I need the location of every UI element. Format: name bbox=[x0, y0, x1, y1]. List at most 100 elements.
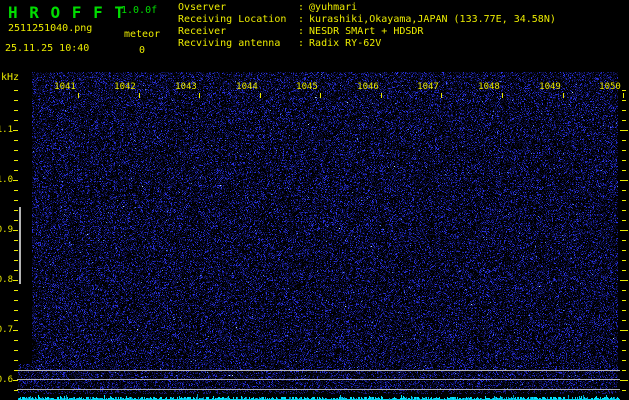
freq-minor-tick-right bbox=[622, 290, 626, 291]
info-value: NESDR SMArt + HDSDR bbox=[309, 26, 423, 37]
app-version: 1.0.0f bbox=[121, 5, 157, 17]
freq-major-tick-left bbox=[13, 280, 18, 281]
freq-minor-tick-left bbox=[14, 90, 18, 91]
time-tick-label: 1041 bbox=[48, 82, 82, 92]
freq-minor-tick-right bbox=[622, 300, 626, 301]
detection-band-marker bbox=[19, 207, 21, 284]
freq-minor-tick-right bbox=[622, 190, 626, 191]
time-tick-label: 1044 bbox=[230, 82, 264, 92]
freq-minor-tick-left bbox=[14, 310, 18, 311]
freq-minor-tick-right bbox=[622, 120, 626, 121]
info-label: Receiving Location bbox=[178, 14, 298, 26]
time-tick-label: 1042 bbox=[108, 82, 142, 92]
level-reference-line bbox=[17, 389, 620, 390]
freq-tick-label: 0.7 bbox=[0, 325, 13, 336]
time-tick bbox=[139, 93, 140, 98]
info-label: Receiver bbox=[178, 26, 298, 38]
info-row-location: Receiving Location: kurashiki,Okayama,JAP… bbox=[178, 14, 556, 26]
info-value: kurashiki,Okayama,JAPAN (133.77E, 34.58N… bbox=[309, 14, 556, 25]
freq-minor-tick-right bbox=[622, 90, 626, 91]
time-tick bbox=[502, 93, 503, 98]
info-label: Ovserver bbox=[178, 2, 298, 14]
freq-minor-tick-left bbox=[14, 220, 18, 221]
freq-major-tick-left bbox=[13, 130, 18, 131]
freq-minor-tick-left bbox=[14, 160, 18, 161]
freq-major-tick-left bbox=[13, 230, 18, 231]
freq-minor-tick-left bbox=[14, 210, 18, 211]
freq-minor-tick-right bbox=[622, 160, 626, 161]
level-reference-line bbox=[17, 379, 620, 380]
output-filename: 2511251040.png bbox=[8, 23, 92, 35]
freq-major-tick-right bbox=[620, 230, 628, 231]
freq-minor-tick-right bbox=[622, 340, 626, 341]
freq-minor-tick-left bbox=[14, 250, 18, 251]
info-value: @yuhmari bbox=[309, 2, 357, 13]
signal-level-strip-canvas bbox=[18, 390, 620, 400]
freq-tick-label: 0.6 bbox=[0, 375, 13, 386]
freq-tick-label: 1.1 bbox=[0, 125, 13, 136]
time-tick bbox=[320, 93, 321, 98]
freq-tick-label: 1.0 bbox=[0, 175, 13, 186]
info-value: Radix RY-62V bbox=[309, 38, 381, 49]
frame-datetime: 25.11.25 10:40 bbox=[5, 43, 89, 55]
time-tick-label: 1049 bbox=[533, 82, 567, 92]
info-colon: : bbox=[298, 2, 304, 13]
freq-minor-tick-left bbox=[14, 300, 18, 301]
freq-minor-tick-right bbox=[622, 240, 626, 241]
time-tick-label: 1046 bbox=[351, 82, 385, 92]
meteor-counter-label: meteor bbox=[124, 29, 160, 41]
info-colon: : bbox=[298, 26, 304, 37]
freq-minor-tick-left bbox=[14, 110, 18, 111]
time-tick bbox=[260, 93, 261, 98]
freq-tick-label: 0.8 bbox=[0, 275, 13, 286]
freq-minor-tick-left bbox=[14, 350, 18, 351]
freq-minor-tick-right bbox=[622, 210, 626, 211]
freq-minor-tick-right bbox=[622, 320, 626, 321]
freq-minor-tick-right bbox=[622, 310, 626, 311]
freq-minor-tick-left bbox=[14, 240, 18, 241]
freq-minor-tick-left bbox=[14, 170, 18, 171]
freq-minor-tick-right bbox=[622, 220, 626, 221]
freq-minor-tick-right bbox=[622, 100, 626, 101]
freq-minor-tick-right bbox=[622, 150, 626, 151]
freq-minor-tick-right bbox=[622, 350, 626, 351]
time-tick-label: 1043 bbox=[169, 82, 203, 92]
freq-minor-tick-right bbox=[622, 370, 626, 371]
freq-minor-tick-left bbox=[14, 100, 18, 101]
freq-minor-tick-left bbox=[14, 320, 18, 321]
meteor-count-value: 0 bbox=[139, 45, 145, 57]
freq-major-tick-right bbox=[620, 180, 628, 181]
freq-minor-tick-right bbox=[622, 140, 626, 141]
info-row-observer: Ovserver: @yuhmari bbox=[178, 2, 556, 14]
info-row-antenna: Recviving antenna: Radix RY-62V bbox=[178, 38, 556, 50]
freq-minor-tick-left bbox=[14, 140, 18, 141]
freq-minor-tick-left bbox=[14, 360, 18, 361]
time-tick bbox=[381, 93, 382, 98]
freq-minor-tick-left bbox=[14, 270, 18, 271]
freq-axis-unit-label: kHz bbox=[1, 72, 19, 84]
freq-minor-tick-right bbox=[622, 110, 626, 111]
freq-minor-tick-right bbox=[622, 360, 626, 361]
level-reference-line bbox=[17, 370, 620, 371]
freq-minor-tick-left bbox=[14, 190, 18, 191]
freq-minor-tick-left bbox=[14, 120, 18, 121]
info-row-receiver: Receiver: NESDR SMArt + HDSDR bbox=[178, 26, 556, 38]
freq-minor-tick-left bbox=[14, 390, 18, 391]
freq-minor-tick-right bbox=[622, 170, 626, 171]
freq-minor-tick-right bbox=[622, 200, 626, 201]
time-tick bbox=[623, 93, 624, 98]
freq-minor-tick-left bbox=[14, 370, 18, 371]
freq-major-tick-right bbox=[620, 380, 628, 381]
freq-minor-tick-right bbox=[622, 250, 626, 251]
time-tick bbox=[563, 93, 564, 98]
freq-minor-tick-left bbox=[14, 200, 18, 201]
time-tick bbox=[78, 93, 79, 98]
freq-minor-tick-right bbox=[622, 270, 626, 271]
time-tick bbox=[441, 93, 442, 98]
time-tick-label: 1045 bbox=[290, 82, 324, 92]
station-info-block: Ovserver: @yuhmari Receiving Location: kur… bbox=[178, 2, 556, 50]
time-tick-label: 1048 bbox=[472, 82, 506, 92]
freq-minor-tick-left bbox=[14, 260, 18, 261]
freq-major-tick-right bbox=[620, 130, 628, 131]
time-tick-label: 1047 bbox=[411, 82, 445, 92]
